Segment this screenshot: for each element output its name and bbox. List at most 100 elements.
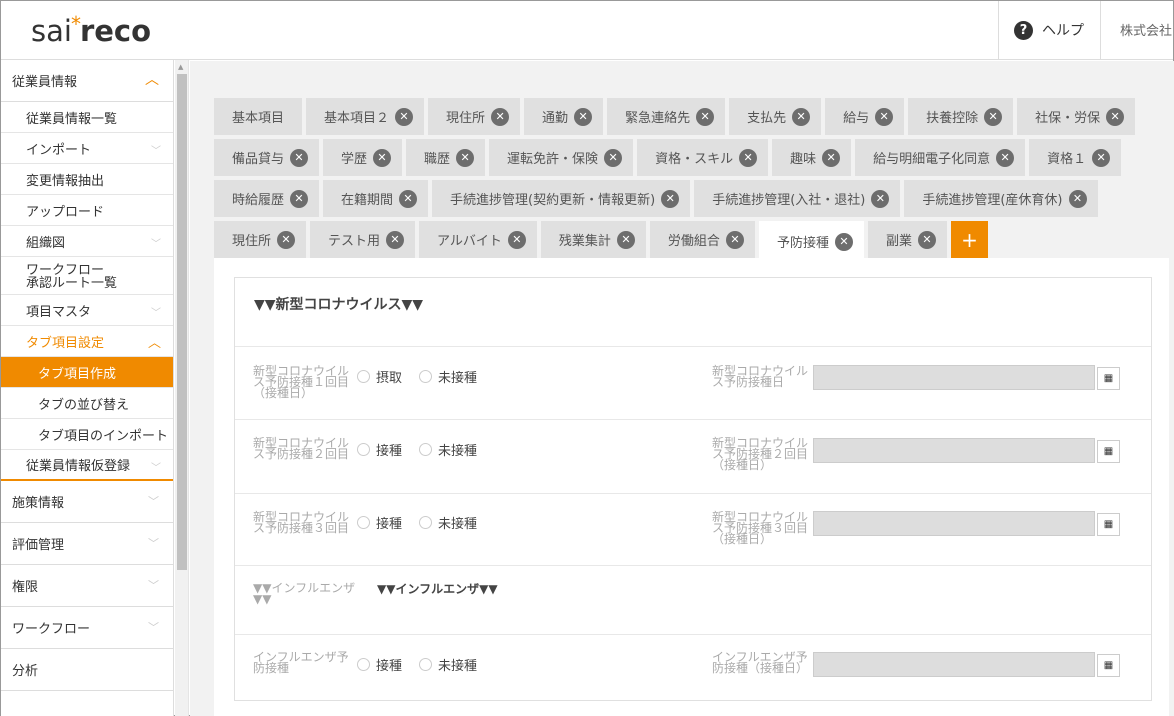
sidebar-item-change-extract[interactable]: 変更情報抽出 [1,164,173,195]
radio-option[interactable]: 未接種 [419,513,477,532]
sidebar-item-employee-list[interactable]: 従業員情報一覧 [1,102,173,133]
close-icon[interactable]: ✕ [984,107,1003,126]
date-input[interactable] [813,511,1095,536]
scroll-up-arrow-icon[interactable]: ▲ [178,63,183,71]
tab[interactable]: 支払先 ✕ [729,98,822,135]
close-icon[interactable]: ✕ [290,148,309,167]
close-icon[interactable]: ✕ [1092,148,1111,167]
radio-circle[interactable] [419,370,432,383]
tab[interactable]: 通勤 ✕ [524,98,604,135]
tab[interactable]: 備品貸与 ✕ [214,139,320,176]
sidebar-group-evaluation[interactable]: 評価管理 ﹀ [1,523,173,565]
close-icon[interactable]: ✕ [834,232,853,251]
date-input[interactable] [813,365,1095,390]
close-icon[interactable]: ✕ [604,148,623,167]
close-icon[interactable]: ✕ [574,107,593,126]
close-icon[interactable]: ✕ [792,107,811,126]
radio-circle[interactable] [357,370,370,383]
radio-option[interactable]: 接種 [357,513,402,532]
radio-circle[interactable] [419,516,432,529]
tab[interactable]: 基本項目 [214,98,303,135]
radio-option[interactable]: 接種 [357,440,402,459]
tab[interactable]: テスト用 ✕ [310,221,416,258]
sidebar-group-permissions[interactable]: 権限 ﹀ [1,565,173,607]
close-icon[interactable]: ✕ [290,189,309,208]
close-icon[interactable]: ✕ [661,189,680,208]
radio-circle[interactable] [419,658,432,671]
tab[interactable]: 基本項目２ ✕ [306,98,425,135]
tab[interactable]: 社保・労保 ✕ [1017,98,1136,135]
close-icon[interactable]: ✕ [875,107,894,126]
tab[interactable]: 現住所 ✕ [214,221,307,258]
tab[interactable]: 予防接種 ✕ [758,221,864,262]
close-icon[interactable]: ✕ [616,230,635,249]
radio-option[interactable]: 未接種 [419,440,477,459]
sidebar-item-tab-settings[interactable]: タブ項目設定 ︿ [1,326,173,357]
close-icon[interactable]: ✕ [725,230,744,249]
sidebar-group-employee[interactable]: 従業員情報 ︿ [1,60,173,102]
app-logo[interactable]: sai*reco [31,12,151,48]
sidebar-group-measures[interactable]: 施策情報 ﹀ [1,481,173,523]
tab[interactable]: 趣味 ✕ [772,139,852,176]
close-icon[interactable]: ✕ [386,230,405,249]
tab[interactable]: 副業 ✕ [867,221,947,258]
date-input[interactable] [813,652,1095,677]
sidebar-item-org-chart[interactable]: 組織図 ﹀ [1,226,173,257]
close-icon[interactable]: ✕ [507,230,526,249]
tab[interactable]: 残業集計 ✕ [540,221,646,258]
tab[interactable]: 扶養控除 ✕ [908,98,1014,135]
calendar-icon[interactable]: ▦ [1097,513,1120,536]
tab[interactable]: 給与 ✕ [825,98,905,135]
radio-option[interactable]: 接種 [357,655,402,674]
sidebar-subitem-tab-reorder[interactable]: タブの並び替え [1,388,173,419]
radio-option[interactable]: 未接種 [419,655,477,674]
sidebar-item-temp-register[interactable]: 従業員情報仮登録 ﹀ [1,450,173,481]
close-icon[interactable]: ✕ [696,107,715,126]
close-icon[interactable]: ✕ [491,107,510,126]
radio-circle[interactable] [357,443,370,456]
calendar-icon[interactable]: ▦ [1097,367,1120,390]
tab[interactable]: 手続進捗管理(契約更新・情報更新) ✕ [432,180,691,217]
sidebar-group-workflow[interactable]: ワークフロー ﹀ [1,607,173,649]
radio-circle[interactable] [357,658,370,671]
tab[interactable]: 職歴 ✕ [406,139,486,176]
close-icon[interactable]: ✕ [739,148,758,167]
add-tab-button[interactable]: + [950,221,988,258]
close-icon[interactable]: ✕ [1106,107,1125,126]
close-icon[interactable]: ✕ [399,189,418,208]
sidebar-item-workflow-route[interactable]: ワークフロー 承認ルート一覧 [1,257,173,295]
tab[interactable]: 在籍期間 ✕ [323,180,429,217]
tab[interactable]: 資格・スキル ✕ [637,139,769,176]
tab[interactable]: 時給履歴 ✕ [214,180,320,217]
tab[interactable]: 運転免許・保険 ✕ [489,139,634,176]
tab[interactable]: 資格１ ✕ [1029,139,1122,176]
sidebar-item-import[interactable]: インポート ﹀ [1,133,173,164]
calendar-icon[interactable]: ▦ [1097,440,1120,463]
calendar-icon[interactable]: ▦ [1097,654,1120,677]
close-icon[interactable]: ✕ [1068,189,1087,208]
tab[interactable]: 手続進捗管理(産休育休) ✕ [904,180,1098,217]
sidebar-scrollbar[interactable]: ▲ [175,60,189,716]
tab[interactable]: 手続進捗管理(入社・退社) ✕ [694,180,901,217]
tab[interactable]: 緊急連絡先 ✕ [607,98,726,135]
tab[interactable]: アルバイト ✕ [419,221,537,258]
close-icon[interactable]: ✕ [277,230,296,249]
sidebar-subitem-tab-create[interactable]: タブ項目作成 [1,357,173,388]
tab[interactable]: 現住所 ✕ [428,98,521,135]
radio-option[interactable]: 摂取 [357,367,402,386]
close-icon[interactable]: ✕ [917,230,936,249]
help-button[interactable]: ? ヘルプ [998,1,1101,59]
close-icon[interactable]: ✕ [395,107,414,126]
close-icon[interactable]: ✕ [456,148,475,167]
sidebar-group-analytics[interactable]: 分析 [1,649,173,691]
tab[interactable]: 学歴 ✕ [323,139,403,176]
date-input[interactable] [813,438,1095,463]
company-name[interactable]: 株式会社 [1120,20,1172,39]
tab[interactable]: 給与明細電子化同意 ✕ [855,139,1026,176]
tab[interactable]: 労働組合 ✕ [649,221,755,258]
radio-circle[interactable] [419,443,432,456]
radio-option[interactable]: 未接種 [419,367,477,386]
radio-circle[interactable] [357,516,370,529]
sidebar-item-upload[interactable]: アップロード [1,195,173,226]
close-icon[interactable]: ✕ [373,148,392,167]
